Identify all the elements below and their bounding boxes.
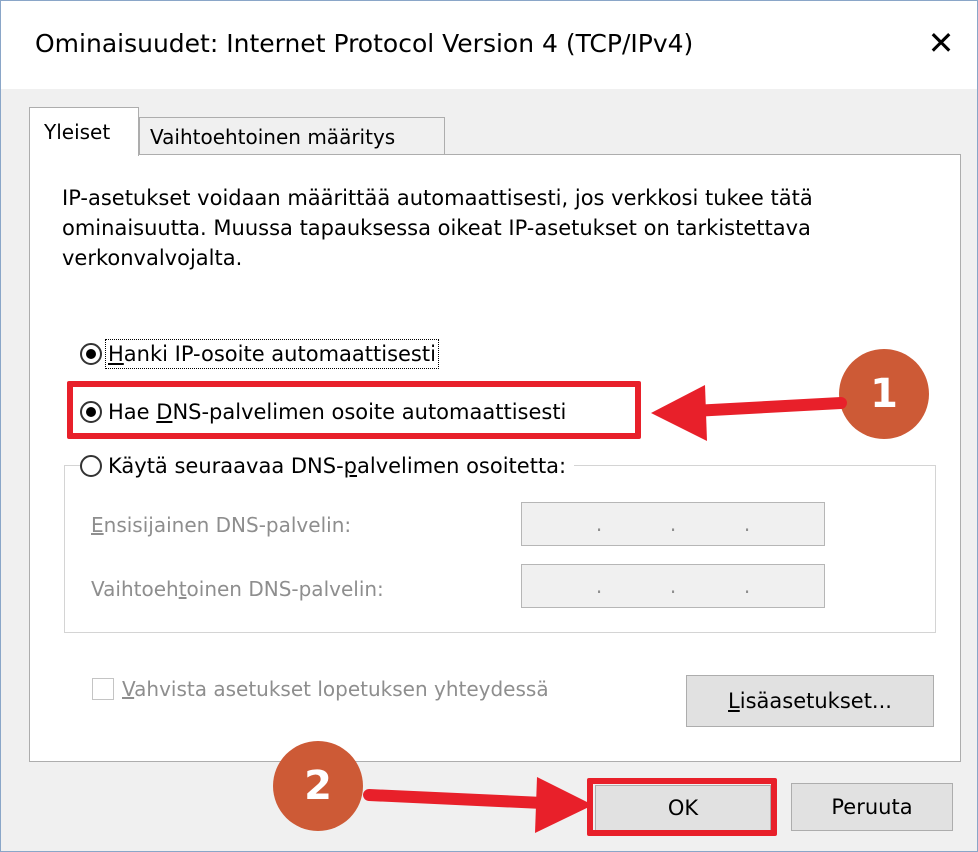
intro-text: IP-asetukset voidaan määrittää automaatt…: [62, 186, 813, 270]
ip-dot: .: [743, 512, 751, 536]
radio-button-selected[interactable]: [80, 343, 102, 365]
tab-alternate-label: Vaihtoehtoinen määritys: [150, 125, 396, 149]
mnemonic: E: [91, 513, 104, 537]
mnemonic: V: [122, 677, 135, 701]
ip-dot: .: [743, 574, 751, 598]
title-bar: Ominaisuudet: Internet Protocol Version …: [1, 1, 977, 89]
label-rest: ahvista asetukset lopetuksen yhteydessä: [134, 677, 549, 701]
mnemonic: H: [108, 342, 124, 366]
dialog-title: Ominaisuudet: Internet Protocol Version …: [35, 29, 694, 58]
advanced-button[interactable]: Lisäasetukset...: [686, 675, 934, 727]
tab-general-label: Yleiset: [44, 120, 111, 144]
preferred-dns-input[interactable]: . . .: [521, 502, 825, 546]
general-tab-panel: IP-asetukset voidaan määrittää automaatt…: [29, 154, 961, 762]
mnemonic: p: [343, 454, 357, 478]
ip-dot: .: [669, 574, 677, 598]
ip-dot: .: [669, 512, 677, 536]
mnemonic: L: [728, 689, 740, 713]
preferred-dns-label: Ensisijainen DNS-palvelin:: [91, 513, 351, 537]
arrow-2-icon: [363, 777, 593, 833]
label-prefix: Vaihtoeh: [91, 577, 179, 601]
tab-alternate-configuration[interactable]: Vaihtoehtoinen määritys: [139, 117, 445, 156]
alternate-dns-label: Vaihtoehtoinen DNS-palvelin:: [91, 577, 384, 601]
radio-obtain-ip-auto[interactable]: Hanki IP-osoite automaattisesti: [80, 337, 439, 371]
ip-dot: .: [595, 512, 603, 536]
cancel-button[interactable]: Peruuta: [791, 783, 953, 831]
validate-settings-checkbox-row[interactable]: Vahvista asetukset lopetuksen yhteydessä: [92, 677, 549, 701]
mnemonic: t: [178, 577, 187, 601]
highlight-box-dns-auto: [67, 381, 641, 439]
radio-label-obtain-ip: Hanki IP-osoite automaattisesti: [105, 339, 439, 369]
label-rest: nsisijainen DNS-palvelin:: [103, 513, 352, 537]
radio-label-use-dns: Käytä seuraavaa DNS-palvelimen osoitetta…: [108, 454, 566, 478]
arrow-1-icon: [651, 385, 847, 441]
dns-manual-group: Ensisijainen DNS-palvelin: . . . Vaihtoe…: [64, 465, 936, 633]
properties-dialog: Ominaisuudet: Internet Protocol Version …: [0, 0, 978, 852]
close-icon[interactable]: ✕: [921, 23, 961, 63]
label-prefix: Käytä seuraavaa DNS-: [108, 454, 344, 478]
alternate-dns-input[interactable]: . . .: [521, 564, 825, 608]
radio-button-unselected[interactable]: [80, 455, 102, 477]
step-badge-2: 2: [273, 741, 363, 831]
label-rest: oinen DNS-palvelin:: [186, 577, 384, 601]
highlight-box-ok: [587, 778, 777, 836]
step-badge-1: 1: [839, 349, 929, 439]
validate-settings-label: Vahvista asetukset lopetuksen yhteydessä: [122, 677, 549, 701]
radio-use-dns-manual[interactable]: Käytä seuraavaa DNS-palvelimen osoitetta…: [80, 449, 575, 483]
validate-settings-checkbox[interactable]: [92, 678, 114, 700]
label-rest: alvelimen osoitetta:: [357, 454, 567, 478]
ip-dot: .: [595, 574, 603, 598]
tab-general[interactable]: Yleiset: [29, 107, 139, 156]
label-rest: anki IP-osoite automaattisesti: [123, 342, 436, 366]
label-rest: isäasetukset...: [739, 689, 892, 713]
